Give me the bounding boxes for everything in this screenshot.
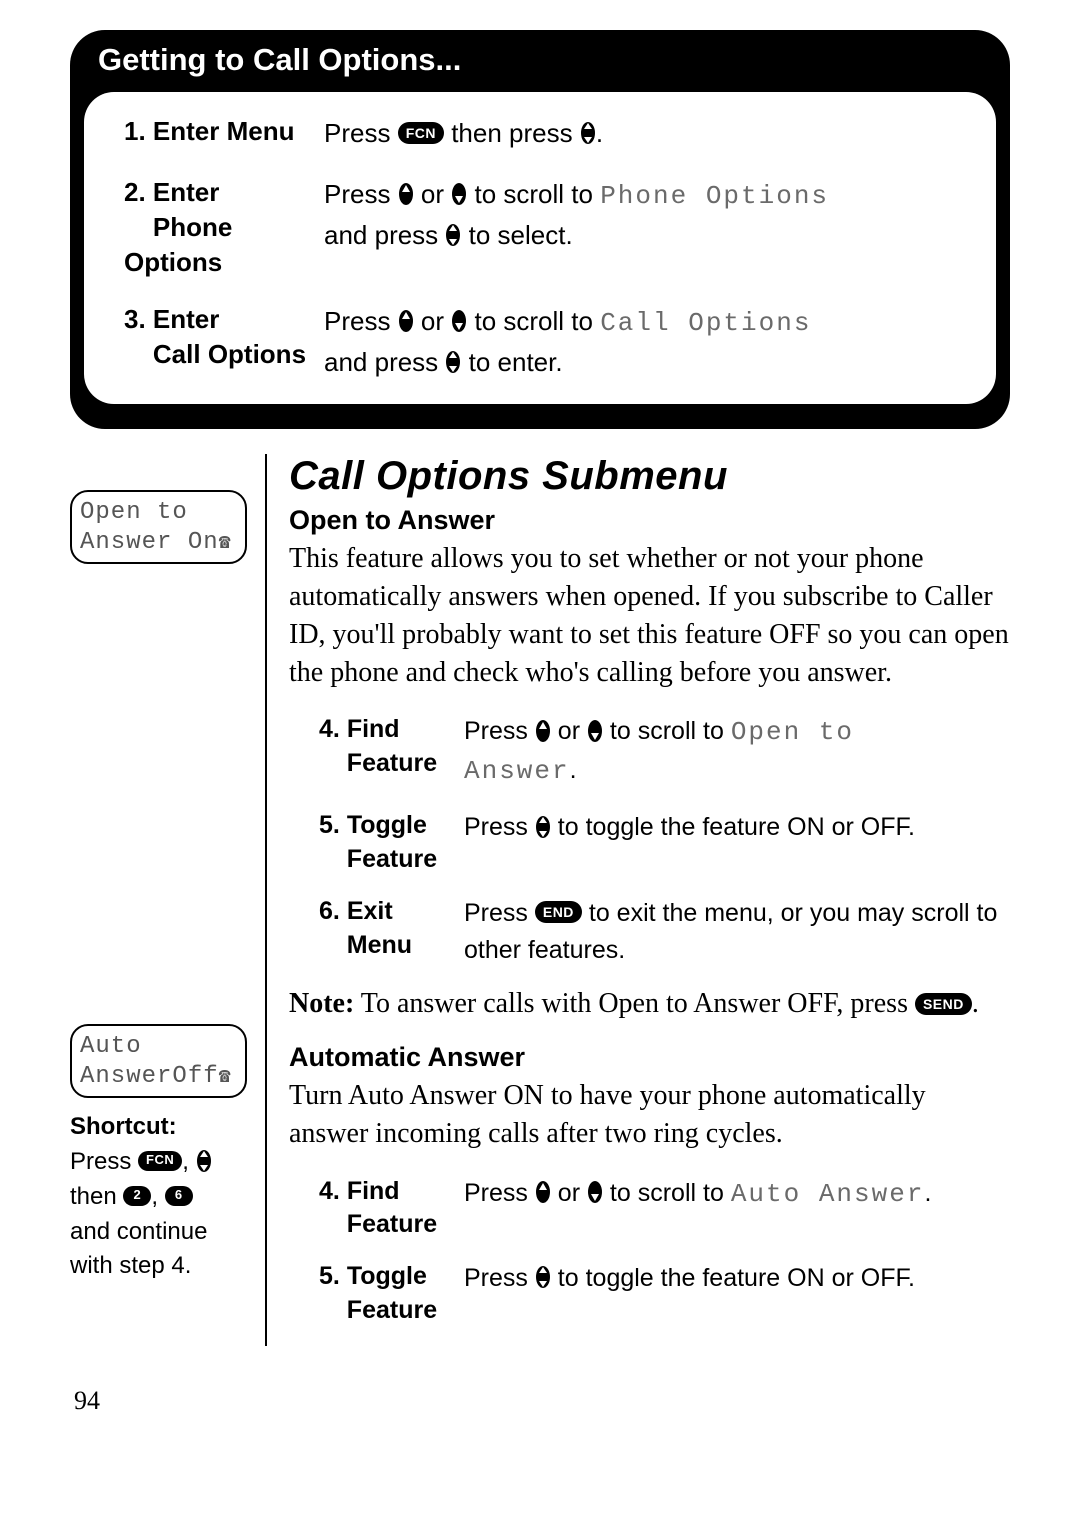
phone-icon: ☎ — [219, 1066, 232, 1089]
step-5: 5. Toggle Feature Press to toggle the fe… — [309, 809, 1010, 877]
nav-down-icon — [451, 182, 467, 206]
step-2: 2. Enter Phone Options Press or to scrol… — [114, 175, 966, 280]
open-to-answer-body: This feature allows you to set whether o… — [289, 540, 1010, 691]
content-columns: Open to Answer On☎ Auto AnswerOff☎ Short… — [70, 454, 1010, 1345]
nav-key-icon — [445, 350, 461, 374]
sidebar: Open to Answer On☎ Auto AnswerOff☎ Short… — [70, 454, 265, 1345]
nav-down-icon — [587, 719, 603, 743]
open-to-answer-title: Open to Answer — [289, 505, 1010, 536]
auto-answer-title: Automatic Answer — [289, 1042, 1010, 1073]
auto-answer-body: Turn Auto Answer ON to have your phone a… — [289, 1077, 1010, 1153]
step-4: 4. Find Feature Press or to scroll to Op… — [309, 713, 1010, 791]
nav-up-icon — [535, 1180, 551, 1204]
page-number: 94 — [70, 1386, 1010, 1416]
nav-key-icon — [445, 223, 461, 247]
white-panel: 1. Enter Menu Press FCN then press . 2. … — [84, 92, 996, 404]
getting-to-box: Getting to Call Options... 1. Enter Menu… — [70, 30, 1010, 429]
end-key-icon: END — [535, 901, 582, 923]
lcd-open-to-answer: Open to Answer On☎ — [70, 490, 247, 564]
nav-down-icon — [451, 309, 467, 333]
send-key-icon: SEND — [915, 993, 972, 1015]
shortcut-box: Shortcut: Press FCN, then 2, 6 and conti… — [70, 1110, 247, 1284]
step-1: 1. Enter Menu Press FCN then press . — [114, 114, 966, 153]
auto-answer-steps: 4. Find Feature Press or to scroll to Au… — [289, 1175, 1010, 1328]
fcn-key-icon: FCN — [398, 122, 444, 144]
main-column: Call Options Submenu Open to Answer This… — [267, 454, 1010, 1345]
nav-key-icon — [535, 815, 551, 839]
step-3: 3. Enter Call Options Press or to scroll… — [114, 302, 966, 382]
nav-up-icon — [535, 719, 551, 743]
lcd-auto-answer: Auto AnswerOff☎ — [70, 1024, 247, 1098]
nav-key-icon — [580, 121, 596, 145]
phone-icon: ☎ — [219, 532, 232, 555]
fcn-key-icon: FCN — [138, 1151, 182, 1171]
box-header: Getting to Call Options... — [70, 30, 1010, 92]
section-title: Call Options Submenu — [289, 454, 1010, 499]
nav-up-icon — [398, 309, 414, 333]
nav-key-icon — [535, 1265, 551, 1289]
nav-up-icon — [398, 182, 414, 206]
key-2-icon: 2 — [123, 1186, 151, 1206]
key-6-icon: 6 — [165, 1186, 193, 1206]
note: Note: To answer calls with Open to Answe… — [289, 988, 1010, 1020]
step-4b: 4. Find Feature Press or to scroll to Au… — [309, 1175, 1010, 1243]
nav-key-icon — [196, 1149, 212, 1173]
step-6: 6. Exit Menu Press END to exit the menu,… — [309, 895, 1010, 970]
nav-down-icon — [587, 1180, 603, 1204]
step-5b: 5. Toggle Feature Press to toggle the fe… — [309, 1260, 1010, 1328]
open-to-answer-steps: 4. Find Feature Press or to scroll to Op… — [289, 713, 1010, 970]
